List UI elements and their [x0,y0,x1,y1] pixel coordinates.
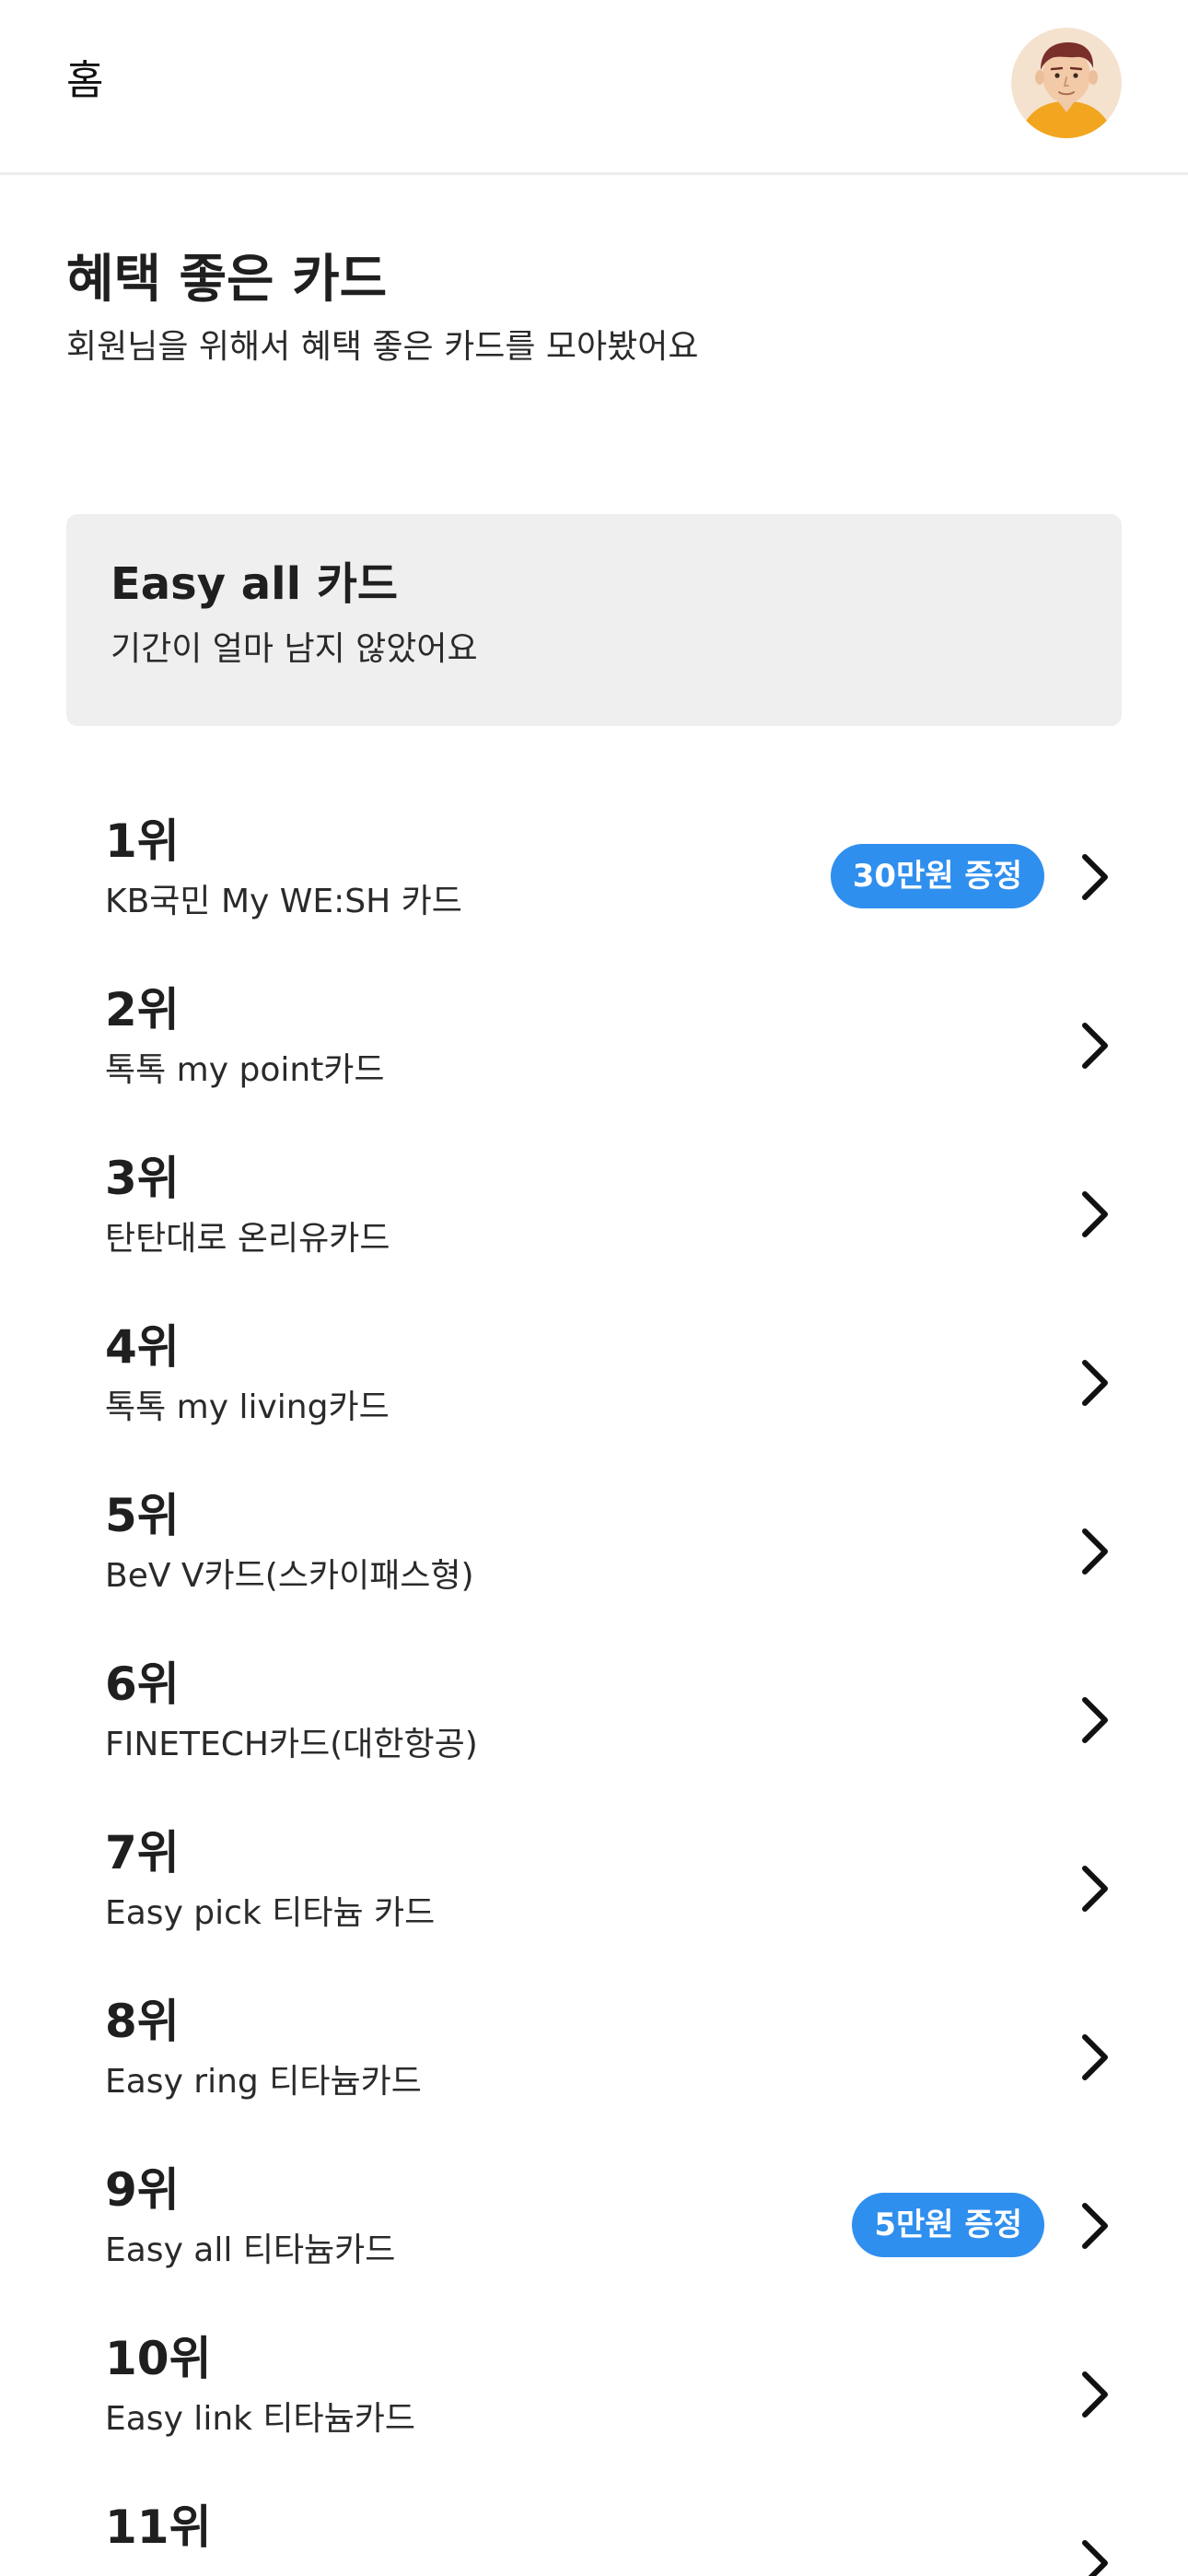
gift-badge: 5만원 증정 [852,2193,1044,2257]
card-name: 탄탄대로 온리유카드 [105,1220,390,1258]
ranking-item[interactable]: 7위 Easy pick 티타늄 카드 [66,1804,1122,1973]
card-ranking-list: 1위 KB국민 My WE:SH 카드 30만원 증정 2위 톡톡 my poi… [0,792,1188,2576]
chevron-right-icon [1082,1866,1108,1912]
rank-number: 7위 [105,1826,180,1879]
card-name: Easy link 티타늄카드 [105,2400,416,2438]
rank-number: 10위 [105,2332,212,2385]
ranking-item[interactable]: 10위 Easy link 티타늄카드 [66,2310,1122,2478]
chevron-right-icon [1082,2540,1108,2576]
rank-number: 6위 [105,1657,180,1711]
chevron-right-icon [1082,1191,1108,1237]
promo-card-title: Easy all 카드 [111,558,399,610]
rank-number: 1위 [105,814,180,868]
ranking-item[interactable]: 3위 탄탄대로 온리유카드 [66,1130,1122,1298]
rank-number: 4위 [105,1320,180,1374]
rank-number: 8위 [105,1995,180,2048]
ranking-item[interactable]: 8위 Easy ring 티타늄카드 [66,1973,1122,2141]
rank-number: 3위 [105,1152,180,1205]
rank-number: 2위 [105,983,180,1036]
card-name: 톡톡 my point카드 [105,1051,385,1089]
chevron-right-icon [1082,2371,1108,2418]
rank-number: 9위 [105,2163,180,2217]
chevron-right-icon [1082,2034,1108,2080]
section-title: 혜택 좋은 카드 [66,250,388,310]
rank-number: 5위 [105,1489,180,1542]
promo-card-subtitle: 기간이 얼마 남지 않았어요 [111,630,478,668]
card-name: Easy pick 티타늄 카드 [105,1894,436,1932]
section-subtitle: 회원님을 위해서 혜택 좋은 카드를 모아봤어요 [66,328,699,366]
top-header: 홈 [0,0,1188,175]
ranking-item[interactable]: 11위 [66,2478,1122,2576]
ranking-item[interactable]: 2위 톡톡 my point카드 [66,961,1122,1130]
card-name: Easy all 티타늄카드 [105,2231,396,2269]
chevron-right-icon [1082,1023,1108,1069]
ranking-item[interactable]: 4위 톡톡 my living카드 [66,1298,1122,1467]
card-name: 톡톡 my living카드 [105,1388,390,1426]
rank-number: 11위 [105,2500,212,2554]
card-name: FINETECH카드(대한항공) [105,1726,478,1763]
chevron-right-icon [1082,1360,1108,1406]
user-avatar-icon[interactable] [1011,28,1122,138]
card-name: Easy ring 티타늄카드 [105,2063,422,2101]
chevron-right-icon [1082,1697,1108,1743]
chevron-right-icon [1082,1528,1108,1575]
card-name: KB국민 My WE:SH 카드 [105,883,462,920]
ranking-item[interactable]: 1위 KB국민 My WE:SH 카드 30만원 증정 [66,792,1122,961]
promo-card-banner[interactable]: Easy all 카드 기간이 얼마 남지 않았어요 [66,514,1122,726]
header-title: 홈 [66,57,104,104]
page: 홈 혜택 좋은 카드 회원님을 위해서 혜택 좋은 카드를 모아봤어요 Easy… [0,0,1188,2576]
ranking-item[interactable]: 9위 Easy all 티타늄카드 5만원 증정 [66,2141,1122,2310]
chevron-right-icon [1082,2203,1108,2249]
ranking-item[interactable]: 6위 FINETECH카드(대한항공) [66,1635,1122,1804]
card-name: BeV V카드(스카이패스형) [105,1557,474,1595]
gift-badge: 30만원 증정 [830,844,1044,908]
chevron-right-icon [1082,854,1108,900]
ranking-item[interactable]: 5위 BeV V카드(스카이패스형) [66,1467,1122,1635]
